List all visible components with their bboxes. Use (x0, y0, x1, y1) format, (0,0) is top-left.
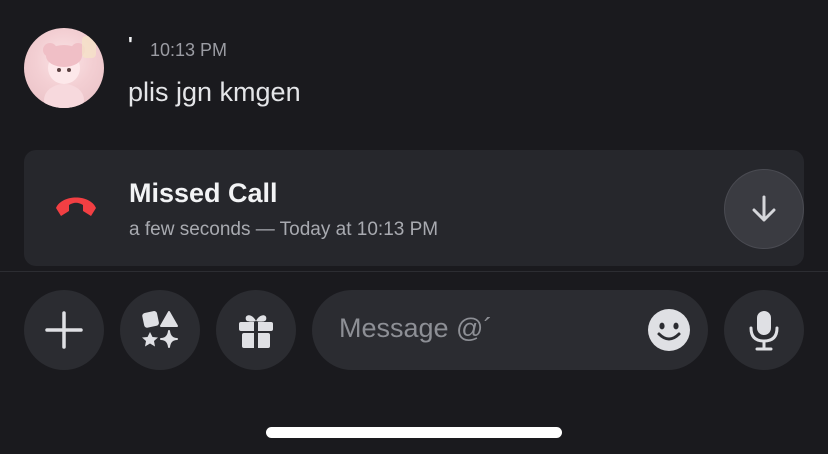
microphone-icon (749, 311, 779, 351)
call-subtitle: a few seconds — Today at 10:13 PM (129, 219, 439, 240)
call-title: Missed Call (129, 178, 278, 208)
home-indicator[interactable] (266, 427, 562, 438)
gift-icon (239, 315, 273, 348)
divider (0, 271, 828, 272)
jump-to-present-button[interactable] (724, 169, 804, 249)
avatar-image (43, 36, 96, 108)
message-input[interactable]: Message @´ (312, 290, 708, 370)
apps-button[interactable] (120, 290, 200, 370)
message-input-placeholder: Message @´ (339, 313, 493, 343)
plus-icon (45, 311, 83, 349)
message-timestamp: 10:13 PM (150, 40, 228, 60)
gift-button[interactable] (216, 290, 296, 370)
voice-message-button[interactable] (724, 290, 804, 370)
missed-call-card[interactable]: Missed Call a few seconds — Today at 10:… (24, 150, 804, 266)
avatar[interactable] (24, 28, 104, 108)
apps-icon (142, 311, 178, 348)
emoji-icon[interactable] (646, 307, 692, 353)
arrow-down-icon (752, 195, 776, 222)
message-text: plis jgn kmgen (128, 77, 301, 107)
phone-hangup-icon (56, 197, 96, 216)
chat-screen: ' 10:13 PM plis jgn kmgen Missed Call a … (0, 0, 828, 454)
message-username[interactable]: ' (128, 34, 133, 57)
add-button[interactable] (24, 290, 104, 370)
